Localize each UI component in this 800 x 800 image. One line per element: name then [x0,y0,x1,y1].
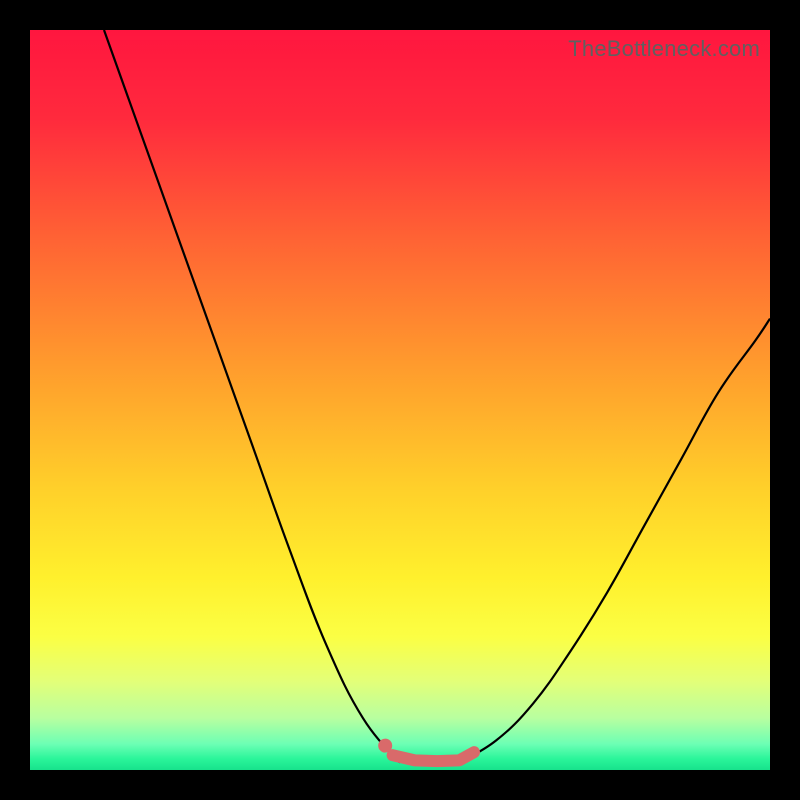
chart-curves [30,30,770,770]
watermark-text: TheBottleneck.com [568,36,760,62]
chart-frame: TheBottleneck.com [30,30,770,770]
marker-dot [378,739,392,753]
curve-left [104,30,400,763]
curve-right [459,319,770,763]
bottom-markers [393,752,474,761]
